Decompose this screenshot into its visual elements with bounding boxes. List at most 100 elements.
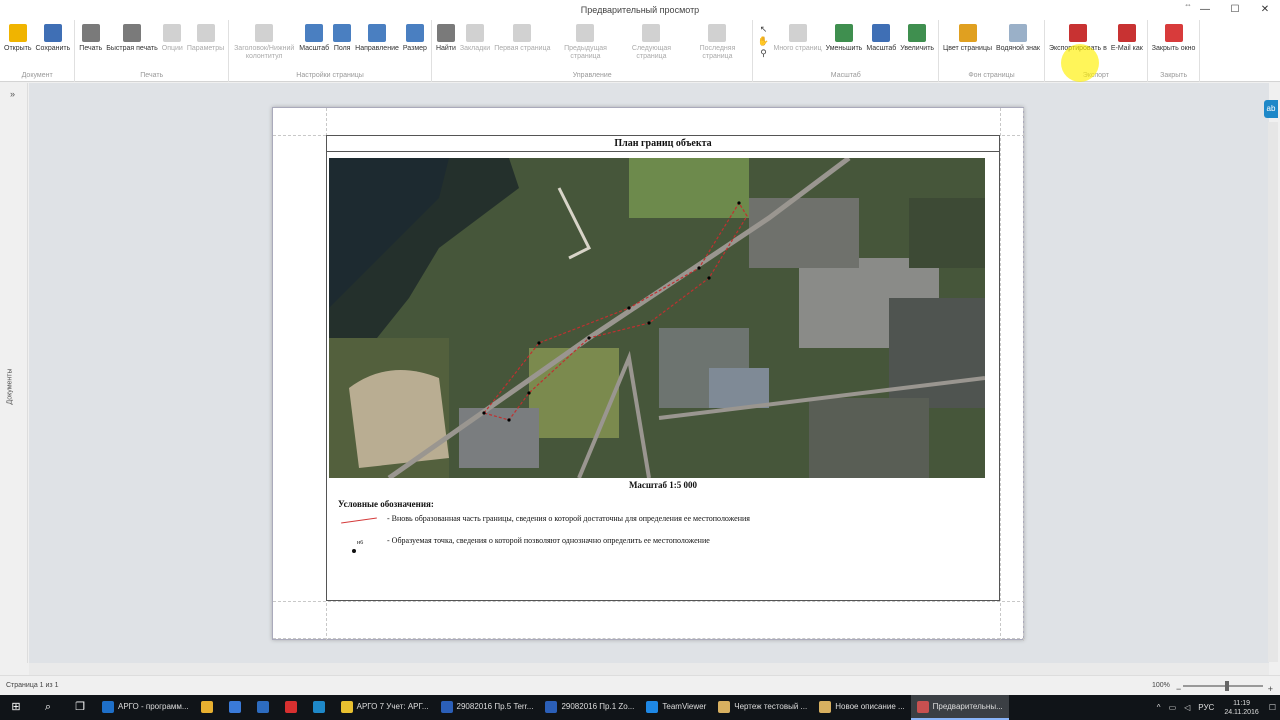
- app-icon: [646, 700, 659, 713]
- button-label: Закрыть окно: [1151, 45, 1196, 52]
- ribbon-group-label: Масштаб: [830, 72, 861, 79]
- paint-bucket-button[interactable]: Цвет страницы: [941, 20, 994, 70]
- options-button[interactable]: Опции: [160, 20, 185, 70]
- parameters-button[interactable]: Параметры: [185, 20, 226, 70]
- taskbar-app[interactable]: TeamViewer: [640, 695, 712, 720]
- button-label: Водяной знак: [996, 45, 1040, 52]
- button-label: Опции: [161, 45, 183, 52]
- taskbar-app[interactable]: [251, 695, 279, 720]
- button-label: Закладки: [459, 45, 491, 52]
- email-pdf-button[interactable]: E-Mail как: [1109, 20, 1145, 70]
- margins-button[interactable]: Поля: [331, 20, 353, 70]
- taskbar-app[interactable]: [279, 695, 307, 720]
- quick-print-button[interactable]: Быстрая печать: [104, 20, 160, 70]
- horizontal-scrollbar[interactable]: [29, 663, 1269, 675]
- zoom-slider[interactable]: − +: [1176, 681, 1273, 694]
- orientation-button[interactable]: Направление: [353, 20, 401, 70]
- next-page-button[interactable]: Следующая страница: [618, 20, 684, 70]
- ribbon-group-label: Управление: [572, 72, 612, 79]
- taskbar-app[interactable]: АРГО - программ...: [96, 695, 195, 720]
- legend-title: Условные обозначения:: [338, 499, 434, 509]
- button-label: Найти: [435, 45, 456, 52]
- documents-panel-label[interactable]: Документы: [7, 367, 14, 407]
- button-label: Много страниц: [773, 45, 822, 52]
- taskbar-app[interactable]: АРГО 7 Учет: АРГ...: [335, 695, 435, 720]
- zoom-button[interactable]: Масштаб: [864, 20, 898, 70]
- clock-date: 24.11.2016: [1224, 708, 1259, 716]
- taskbar-app-label: АРГО - программ...: [118, 702, 189, 711]
- margin-guide: [1023, 108, 1024, 641]
- button-label: Параметры: [186, 45, 225, 52]
- vertical-scrollbar[interactable]: [1268, 122, 1278, 662]
- multi-page-icon: [788, 24, 807, 42]
- taskbar-app[interactable]: [195, 695, 223, 720]
- hand-tool-icon[interactable]: ✋: [758, 35, 769, 47]
- status-bar: Страница 1 из 1 100% − +: [0, 675, 1280, 695]
- printer-icon: [81, 24, 100, 42]
- multi-page-button[interactable]: Много страниц: [771, 20, 823, 70]
- notifications-icon[interactable]: ☐: [1269, 703, 1276, 712]
- taskbar-app[interactable]: 29082016 Пр.1 Zo...: [539, 695, 640, 720]
- watermark-icon: [1008, 24, 1027, 42]
- floppy-disk-button[interactable]: Сохранить: [34, 20, 73, 70]
- zoom-in-button[interactable]: Увеличить: [898, 20, 936, 70]
- maximize-icon[interactable]: ☐: [1220, 0, 1250, 20]
- header-footer-button[interactable]: Заголовок/Нижний колонтитул: [231, 20, 297, 70]
- taskbar-app[interactable]: Предварительны...: [910, 695, 1009, 720]
- orientation-icon: [368, 24, 386, 42]
- ribbon-group-document: Открыть Сохранить Документ: [0, 20, 76, 82]
- minimize-icon[interactable]: —: [1190, 0, 1220, 20]
- quick-print-icon: [123, 24, 141, 42]
- button-label: Сохранить: [35, 45, 71, 52]
- bookmarks-button[interactable]: Закладки: [458, 20, 492, 70]
- side-tool-icon[interactable]: ab: [1264, 100, 1278, 118]
- search-icon[interactable]: ⌕: [32, 695, 64, 720]
- app-icon: [718, 700, 731, 713]
- last-page-button[interactable]: Последняя страница: [684, 20, 750, 70]
- scale-page-button[interactable]: Масштаб: [297, 20, 331, 70]
- watermark-button[interactable]: Водяной знак: [994, 20, 1042, 70]
- options-icon: [163, 24, 182, 42]
- network-icon[interactable]: ▭: [1169, 703, 1177, 712]
- zoom-icon: [872, 24, 891, 42]
- ribbon-group-label: Печать: [140, 72, 164, 79]
- close-icon[interactable]: ✕: [1250, 0, 1280, 20]
- button-label: Быстрая печать: [106, 45, 158, 52]
- first-page-button[interactable]: Первая страница: [492, 20, 552, 70]
- ribbon-group-background: Цвет страницы Водяной знак Фон страницы: [939, 20, 1045, 82]
- window-controls: — ☐ ✕: [1190, 0, 1280, 20]
- close-window-button[interactable]: Закрыть окно: [1150, 20, 1198, 70]
- button-label: Цвет страницы: [943, 45, 992, 52]
- taskbar-app[interactable]: Чертеж тестовый ...: [712, 695, 813, 720]
- clock[interactable]: 11:19 24.11.2016: [1224, 699, 1259, 717]
- volume-icon[interactable]: ◁: [1184, 703, 1190, 712]
- taskbar-app[interactable]: 29082016 Пр.5 Terr...: [435, 695, 540, 720]
- printer-button[interactable]: Печать: [77, 20, 104, 70]
- zoom-out-button[interactable]: Уменьшить: [824, 20, 865, 70]
- folder-open-button[interactable]: Открыть: [2, 20, 34, 70]
- magnifier-tool-icon[interactable]: ⚲: [760, 47, 767, 59]
- pointer-icon[interactable]: ↖: [760, 23, 768, 35]
- taskbar-app[interactable]: [223, 695, 251, 720]
- task-view-icon[interactable]: ❐: [64, 695, 96, 720]
- language-indicator[interactable]: РУС: [1198, 703, 1214, 712]
- documents-panel: » Документы: [0, 83, 28, 663]
- page-size-button[interactable]: Размер: [401, 20, 429, 70]
- margins-icon: [333, 24, 352, 42]
- taskbar-app[interactable]: Новое описание ...: [813, 695, 910, 720]
- page-size-icon: [405, 24, 424, 42]
- app-icon: [228, 700, 241, 713]
- expand-panel-icon[interactable]: »: [10, 89, 15, 99]
- start-icon[interactable]: ⊞: [0, 695, 32, 720]
- satellite-map-image: [329, 158, 985, 478]
- binoculars-button[interactable]: Найти: [434, 20, 458, 70]
- map-scale: Масштаб 1:5 000: [628, 480, 698, 490]
- taskbar-app[interactable]: [307, 695, 335, 720]
- taskbar-app-label: TeamViewer: [662, 702, 707, 711]
- prev-page-button[interactable]: Предыдущая страница: [552, 20, 618, 70]
- button-label: Последняя страница: [699, 45, 736, 60]
- window-title: Предварительный просмотр: [580, 5, 700, 15]
- zoom-slider-knob[interactable]: [1225, 681, 1229, 691]
- tray-chevron-icon[interactable]: ^: [1157, 703, 1161, 712]
- app-icon: [340, 700, 353, 713]
